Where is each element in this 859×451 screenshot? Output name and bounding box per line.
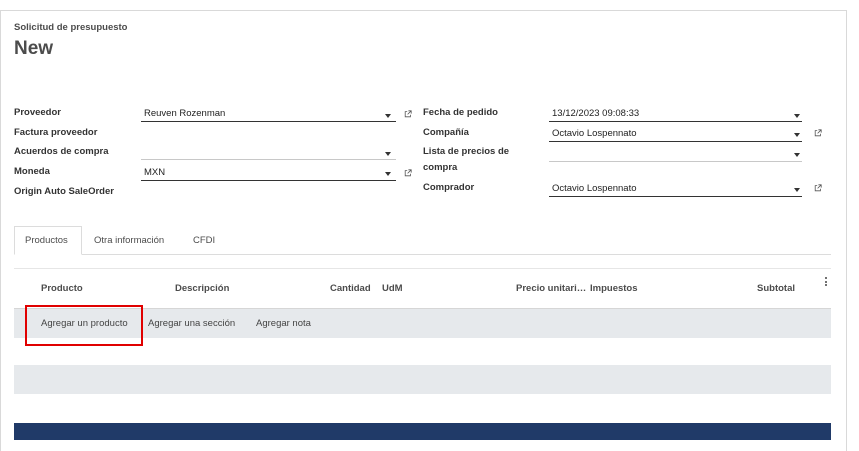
moneda-caret-down-icon[interactable] — [385, 172, 391, 176]
acuerdos-caret-down-icon[interactable] — [385, 152, 391, 156]
column-udm[interactable]: UdM — [382, 283, 403, 294]
tab-productos[interactable]: Productos — [25, 234, 68, 248]
compania-caret-down-icon[interactable] — [794, 133, 800, 137]
add-section-link[interactable]: Agregar una sección — [148, 318, 235, 329]
compania-label: Compañía — [423, 127, 469, 138]
comprador-caret-down-icon[interactable] — [794, 188, 800, 192]
acuerdos-label: Acuerdos de compra — [14, 146, 109, 157]
add-note-link[interactable]: Agregar nota — [256, 318, 311, 329]
kebab-menu-icon[interactable] — [825, 277, 828, 288]
footer-bar — [14, 423, 831, 440]
moneda-field[interactable]: MXN — [141, 167, 396, 181]
column-precio-unitario[interactable]: Precio unitari… — [516, 283, 586, 294]
column-subtotal[interactable]: Subtotal — [757, 283, 795, 294]
acuerdos-field[interactable] — [141, 146, 396, 160]
proveedor-field[interactable]: Reuven Rozenman — [141, 108, 396, 122]
factura-label: Factura proveedor — [14, 127, 98, 138]
form-subtitle: Solicitud de presupuesto — [14, 22, 128, 33]
fecha-field[interactable]: 13/12/2023 09:08:33 — [549, 108, 802, 122]
column-producto[interactable]: Producto — [41, 283, 83, 294]
proveedor-external-link-icon[interactable] — [404, 110, 412, 118]
lista-precios-label-line2: compra — [423, 162, 458, 173]
column-cantidad[interactable]: Cantidad — [330, 283, 371, 294]
compania-external-link-icon[interactable] — [814, 129, 822, 137]
comprador-field[interactable]: Octavio Lospennato — [549, 183, 802, 197]
comprador-label: Comprador — [423, 182, 475, 193]
table-top-border — [14, 268, 831, 269]
origin-label: Origin Auto SaleOrder — [14, 186, 114, 197]
lista-precios-label-line1: Lista de precios de — [423, 146, 510, 157]
proveedor-caret-down-icon[interactable] — [385, 114, 391, 118]
compania-field[interactable]: Octavio Lospennato — [549, 128, 802, 142]
highlight-box — [25, 305, 143, 346]
comprador-external-link-icon[interactable] — [814, 184, 822, 192]
empty-row — [14, 365, 831, 394]
tab-cfdi[interactable]: CFDI — [193, 234, 215, 248]
fecha-caret-down-icon[interactable] — [794, 114, 800, 118]
lista-precios-caret-down-icon[interactable] — [794, 153, 800, 157]
page-title: New — [14, 38, 54, 59]
tabs-divider — [14, 254, 831, 255]
fecha-label: Fecha de pedido — [423, 107, 498, 118]
moneda-external-link-icon[interactable] — [404, 169, 412, 177]
moneda-label: Moneda — [14, 166, 50, 177]
column-impuestos[interactable]: Impuestos — [590, 283, 638, 294]
column-descripcion[interactable]: Descripción — [175, 283, 229, 294]
tab-otra-informacion[interactable]: Otra información — [94, 234, 164, 248]
lista-precios-field[interactable] — [549, 148, 802, 162]
proveedor-label: Proveedor — [14, 107, 61, 118]
